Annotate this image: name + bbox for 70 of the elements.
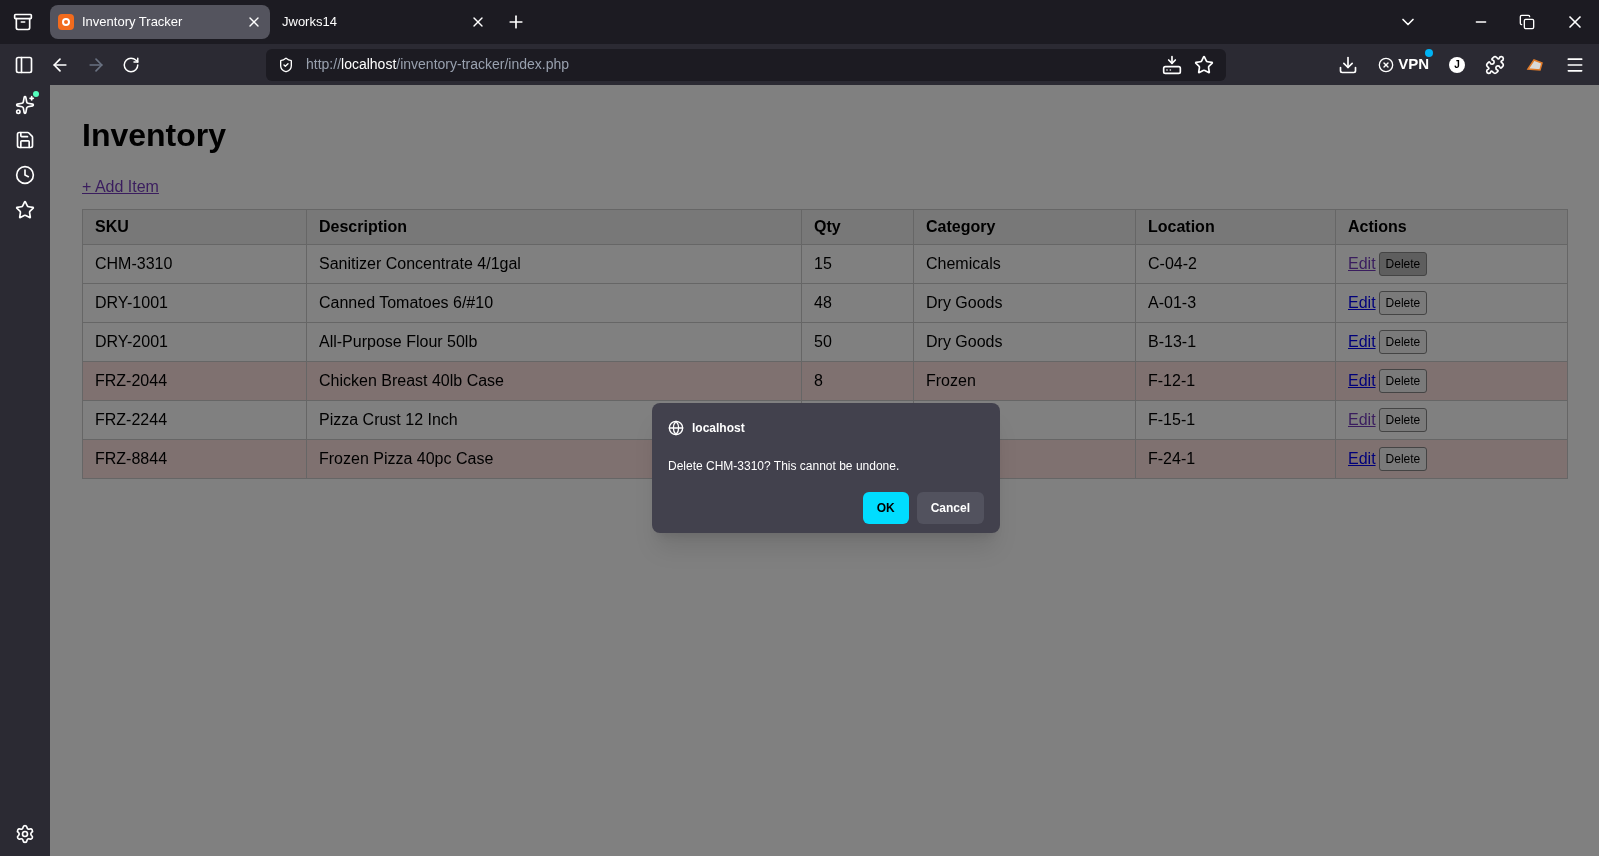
column-header: SKU bbox=[82, 209, 307, 245]
url-text: http://localhost/inventory-tracker/index.php bbox=[306, 55, 571, 74]
dialog-origin: localhost bbox=[692, 420, 745, 437]
table-cell: Dry Goods bbox=[913, 322, 1136, 362]
table-cell: Sanitizer Concentrate 4/1gal bbox=[306, 244, 802, 284]
delete-button[interactable]: Delete bbox=[1378, 252, 1428, 276]
column-header: Description bbox=[306, 209, 802, 245]
table-cell: Frozen bbox=[913, 361, 1136, 401]
settings-icon[interactable] bbox=[15, 824, 35, 844]
bookmarks-icon[interactable] bbox=[15, 200, 35, 220]
tab-title: Jworks14 bbox=[282, 13, 338, 32]
vpn-button[interactable]: VPN bbox=[1378, 53, 1429, 76]
sidebar-toggle-icon[interactable] bbox=[14, 54, 34, 75]
address-bar[interactable]: http://localhost/inventory-tracker/index.php bbox=[266, 48, 1226, 81]
table-cell: FRZ-8844 bbox=[82, 439, 307, 479]
delete-button[interactable]: Delete bbox=[1378, 369, 1428, 393]
browser-tab[interactable]: Jworks14 bbox=[274, 5, 494, 39]
add-item-link[interactable]: + Add Item bbox=[82, 175, 159, 199]
edit-link[interactable]: Edit bbox=[1348, 330, 1376, 354]
globe-icon bbox=[668, 420, 684, 436]
column-header: Category bbox=[913, 209, 1136, 245]
browser-tab[interactable]: Inventory Tracker bbox=[50, 5, 270, 39]
close-circle-icon bbox=[1378, 56, 1395, 73]
edit-link[interactable]: Edit bbox=[1348, 447, 1376, 471]
column-header: Qty bbox=[801, 209, 914, 245]
delete-button[interactable]: Delete bbox=[1378, 408, 1428, 432]
edit-link[interactable]: Edit bbox=[1348, 408, 1376, 432]
delete-button[interactable]: Delete bbox=[1378, 447, 1428, 471]
table-cell: F-12-1 bbox=[1135, 361, 1336, 401]
tab-title: Inventory Tracker bbox=[82, 13, 184, 32]
table-cell: DRY-1001 bbox=[82, 283, 307, 323]
column-header: Location bbox=[1135, 209, 1336, 245]
history-icon[interactable] bbox=[15, 165, 35, 185]
table-cell: F-15-1 bbox=[1135, 400, 1336, 440]
table-cell: FRZ-2044 bbox=[82, 361, 307, 401]
profile-avatar[interactable]: J bbox=[1449, 56, 1465, 73]
download-icon[interactable] bbox=[1338, 54, 1359, 75]
table-cell: 8 bbox=[801, 361, 914, 401]
table-cell: All-Purpose Flour 50lb bbox=[306, 322, 802, 362]
cancel-button[interactable]: Cancel bbox=[916, 492, 984, 524]
table-cell: 50 bbox=[801, 322, 914, 362]
column-header: Actions bbox=[1335, 209, 1568, 245]
extensions-icon[interactable] bbox=[1485, 54, 1505, 75]
tab-list-icon[interactable] bbox=[13, 12, 33, 32]
table-cell: CHM-3310 bbox=[82, 244, 307, 284]
table-cell: F-24-1 bbox=[1135, 439, 1336, 479]
reload-icon[interactable] bbox=[122, 55, 140, 74]
edit-link[interactable]: Edit bbox=[1348, 369, 1376, 393]
delete-button[interactable]: Delete bbox=[1378, 330, 1428, 354]
table-cell: Chicken Breast 40lb Case bbox=[306, 361, 802, 401]
table-cell: B-13-1 bbox=[1135, 322, 1336, 362]
table-cell: 48 bbox=[801, 283, 914, 323]
edit-link[interactable]: Edit bbox=[1348, 291, 1376, 315]
table-cell: DRY-2001 bbox=[82, 322, 307, 362]
table-cell: Dry Goods bbox=[913, 283, 1136, 323]
table-cell: A-01-3 bbox=[1135, 283, 1336, 323]
ok-button[interactable]: OK bbox=[862, 492, 909, 524]
table-cell: FRZ-2244 bbox=[82, 400, 307, 440]
shield-icon[interactable] bbox=[278, 56, 294, 73]
edit-link[interactable]: Edit bbox=[1348, 252, 1376, 276]
sparkle-icon[interactable] bbox=[15, 95, 35, 115]
install-icon[interactable] bbox=[1162, 54, 1182, 75]
bookmark-star-icon[interactable] bbox=[1194, 54, 1214, 75]
table-cell: 15 bbox=[801, 244, 914, 284]
table-cell: C-04-2 bbox=[1135, 244, 1336, 284]
restore-icon[interactable] bbox=[1519, 14, 1535, 30]
page-title: Inventory bbox=[82, 116, 228, 155]
delete-button[interactable]: Delete bbox=[1378, 291, 1428, 315]
table-cell: Canned Tomatoes 6/#10 bbox=[306, 283, 802, 323]
table-cell: Chemicals bbox=[913, 244, 1136, 284]
